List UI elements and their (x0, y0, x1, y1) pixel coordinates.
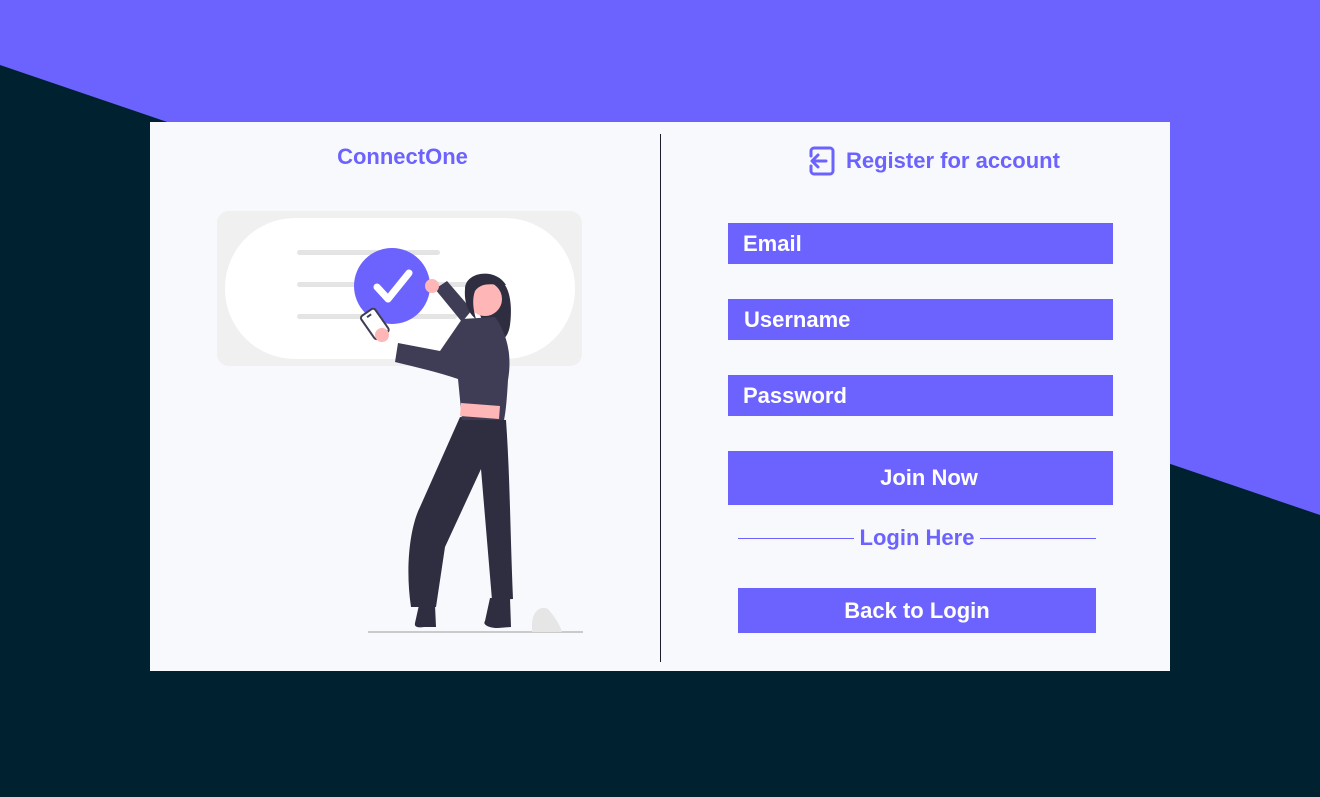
login-here-link[interactable]: Login Here (854, 525, 981, 551)
username-field[interactable]: Username (728, 299, 1113, 340)
brand-title: ConnectOne (337, 144, 468, 169)
register-card: ConnectOne Register for account Email Us… (150, 122, 1170, 671)
register-header: Register for account (806, 144, 1060, 178)
join-now-button[interactable]: Join Now (728, 451, 1113, 505)
back-to-login-button[interactable]: Back to Login (738, 588, 1096, 633)
login-arrow-icon (809, 146, 835, 176)
panel-divider (660, 134, 661, 662)
register-title: Register for account (846, 148, 1060, 173)
login-separator: Login Here (738, 522, 1096, 554)
password-field[interactable]: Password (728, 375, 1113, 416)
separator-line-left (738, 537, 854, 539)
email-field[interactable]: Email (728, 223, 1113, 264)
separator-line-right (980, 537, 1096, 539)
illustration (217, 211, 583, 633)
